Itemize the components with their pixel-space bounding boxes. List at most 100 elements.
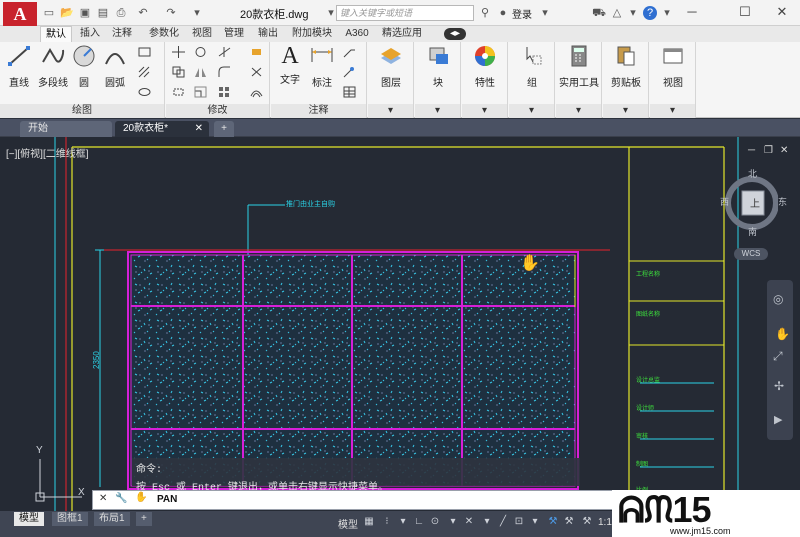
tab-insert[interactable]: 插入: [76, 26, 104, 42]
ellipse-icon[interactable]: [138, 86, 151, 98]
login-link[interactable]: 登录: [512, 6, 532, 21]
panel-clipboard-expand-icon[interactable]: ▾: [603, 104, 648, 118]
panel-modify-title[interactable]: 修改: [166, 104, 269, 118]
steering-wheel-icon[interactable]: ◎: [773, 292, 783, 306]
tab-manage[interactable]: 管理: [220, 26, 248, 42]
hatch-icon[interactable]: [138, 66, 151, 78]
line-button[interactable]: 直线: [4, 44, 34, 89]
autoscale-icon[interactable]: ⚒: [562, 515, 576, 529]
model-space-toggle[interactable]: 模型: [338, 516, 358, 531]
navcube-west[interactable]: 西: [720, 195, 729, 208]
lineweight-icon[interactable]: ╱: [496, 515, 510, 529]
explode-icon[interactable]: [250, 66, 263, 78]
panel-annotation-title[interactable]: 注释: [271, 104, 366, 118]
tab-annotate[interactable]: 注释: [108, 26, 136, 42]
snap-dropdown-icon[interactable]: ▾: [396, 515, 410, 529]
mirror-icon[interactable]: [194, 66, 207, 78]
wcs-menu[interactable]: WCS: [734, 248, 768, 260]
ribbon-toggle-icon[interactable]: ◂▸: [444, 28, 466, 40]
viewport-restore-icon[interactable]: ❐: [764, 145, 773, 156]
dimension-button[interactable]: 标注: [307, 44, 337, 89]
viewport-minimize-icon[interactable]: ─: [748, 145, 755, 156]
customize-command-icon[interactable]: 🔧: [115, 493, 127, 504]
properties-button[interactable]: 特性: [468, 44, 502, 89]
exchange-icon[interactable]: △: [610, 6, 624, 20]
grid-icon[interactable]: ▦: [362, 515, 376, 529]
panel-draw-title[interactable]: 绘图: [0, 104, 164, 118]
minimize-icon[interactable]: ─: [678, 3, 706, 21]
tab-view[interactable]: 视图: [188, 26, 216, 42]
qat-dropdown-icon[interactable]: ▾: [190, 6, 204, 20]
osnap-tracking-icon[interactable]: ✕: [462, 515, 476, 529]
tab-default[interactable]: 默认: [40, 26, 72, 42]
rotate-icon[interactable]: [194, 46, 207, 58]
panel-groups-expand-icon[interactable]: ▾: [509, 104, 554, 118]
panel-block-expand-icon[interactable]: ▾: [415, 104, 460, 118]
help-icon[interactable]: ?: [643, 6, 657, 20]
close-tab-icon[interactable]: ✕: [195, 121, 203, 137]
stretch-icon[interactable]: [172, 86, 185, 98]
annotation-scale-icon[interactable]: ⚒: [580, 515, 594, 529]
close-command-line-icon[interactable]: ✕: [99, 493, 107, 504]
isodraft-icon[interactable]: ▾: [446, 515, 460, 529]
autocad-logo-button[interactable]: A: [3, 2, 37, 26]
scale-icon[interactable]: [194, 86, 207, 98]
layout-tab-frame1[interactable]: 图框1: [52, 512, 88, 526]
tab-a360[interactable]: A360: [342, 26, 372, 42]
drawing-canvas[interactable]: [−][俯视][二维线框] Y X 推门由业主自购 2350 工程名称 图纸名称…: [0, 137, 800, 511]
panel-utilities-expand-icon[interactable]: ▾: [556, 104, 601, 118]
navcube-south[interactable]: 南: [748, 225, 757, 238]
rectangle-icon[interactable]: [138, 46, 151, 58]
search-input[interactable]: 键入关键字或短语: [336, 5, 474, 21]
panel-view-expand-icon[interactable]: ▾: [650, 104, 695, 118]
annotation-scale-value[interactable]: 1:1: [598, 517, 612, 528]
copy-icon[interactable]: [172, 66, 185, 78]
navcube-east[interactable]: 东: [778, 195, 787, 208]
block-button[interactable]: 块: [421, 44, 455, 89]
erase-icon[interactable]: [250, 46, 263, 58]
layout-tab-layout1[interactable]: 布局1: [94, 512, 130, 526]
snap-icon[interactable]: ⁝: [380, 515, 394, 529]
help-dropdown-icon[interactable]: ▾: [660, 6, 674, 20]
circle-button[interactable]: 圆: [70, 44, 98, 89]
user-dropdown-icon[interactable]: ▾: [626, 6, 640, 20]
redo-icon[interactable]: ↷: [164, 6, 178, 20]
annotation-visibility-icon[interactable]: ⚒: [546, 515, 560, 529]
add-layout-button[interactable]: +: [136, 512, 152, 526]
tab-output[interactable]: 输出: [254, 26, 282, 42]
text-button[interactable]: A 文字: [275, 44, 305, 86]
close-icon[interactable]: ✕: [768, 3, 796, 21]
polar-icon[interactable]: ⊙: [428, 515, 442, 529]
tab-featured-apps[interactable]: 精选应用: [378, 26, 426, 42]
selection-cycling-icon[interactable]: ⊡: [512, 515, 526, 529]
tab-addins[interactable]: 附加模块: [288, 26, 336, 42]
viewport-label[interactable]: [−][俯视][二维线框]: [6, 145, 89, 160]
open-file-icon[interactable]: 📂: [60, 6, 74, 20]
clipboard-button[interactable]: 剪贴板: [609, 44, 643, 89]
leader-icon[interactable]: [343, 66, 356, 78]
command-input[interactable]: PAN: [157, 494, 177, 505]
arc-button[interactable]: 圆弧: [100, 44, 130, 89]
save-icon[interactable]: ▣: [78, 6, 92, 20]
viewport-close-icon[interactable]: ✕: [780, 145, 788, 156]
polyline-button[interactable]: 多段线: [36, 44, 70, 89]
tab-current-drawing[interactable]: 20款衣柜* ✕: [115, 121, 209, 137]
navcube-north[interactable]: 北: [748, 167, 757, 180]
fillet-icon[interactable]: [218, 66, 231, 78]
multileader-icon[interactable]: [343, 46, 356, 58]
trim-icon[interactable]: [218, 46, 231, 58]
ortho-icon[interactable]: ∟: [412, 515, 426, 529]
tab-start[interactable]: 开始: [20, 121, 112, 137]
panel-properties-expand-icon[interactable]: ▾: [462, 104, 507, 118]
save-as-icon[interactable]: ▤: [96, 6, 110, 20]
user-icon[interactable]: ●: [496, 6, 510, 20]
array-icon[interactable]: [218, 86, 231, 98]
login-dropdown-icon[interactable]: ▾: [538, 6, 552, 20]
panel-layers-expand-icon[interactable]: ▾: [368, 104, 413, 118]
tab-parametric[interactable]: 参数化: [144, 26, 184, 42]
table-icon[interactable]: [343, 86, 356, 98]
layers-button[interactable]: 图层: [374, 44, 408, 89]
move-icon[interactable]: [172, 46, 185, 58]
offset-icon[interactable]: [250, 86, 263, 98]
new-tab-button[interactable]: +: [214, 121, 234, 137]
